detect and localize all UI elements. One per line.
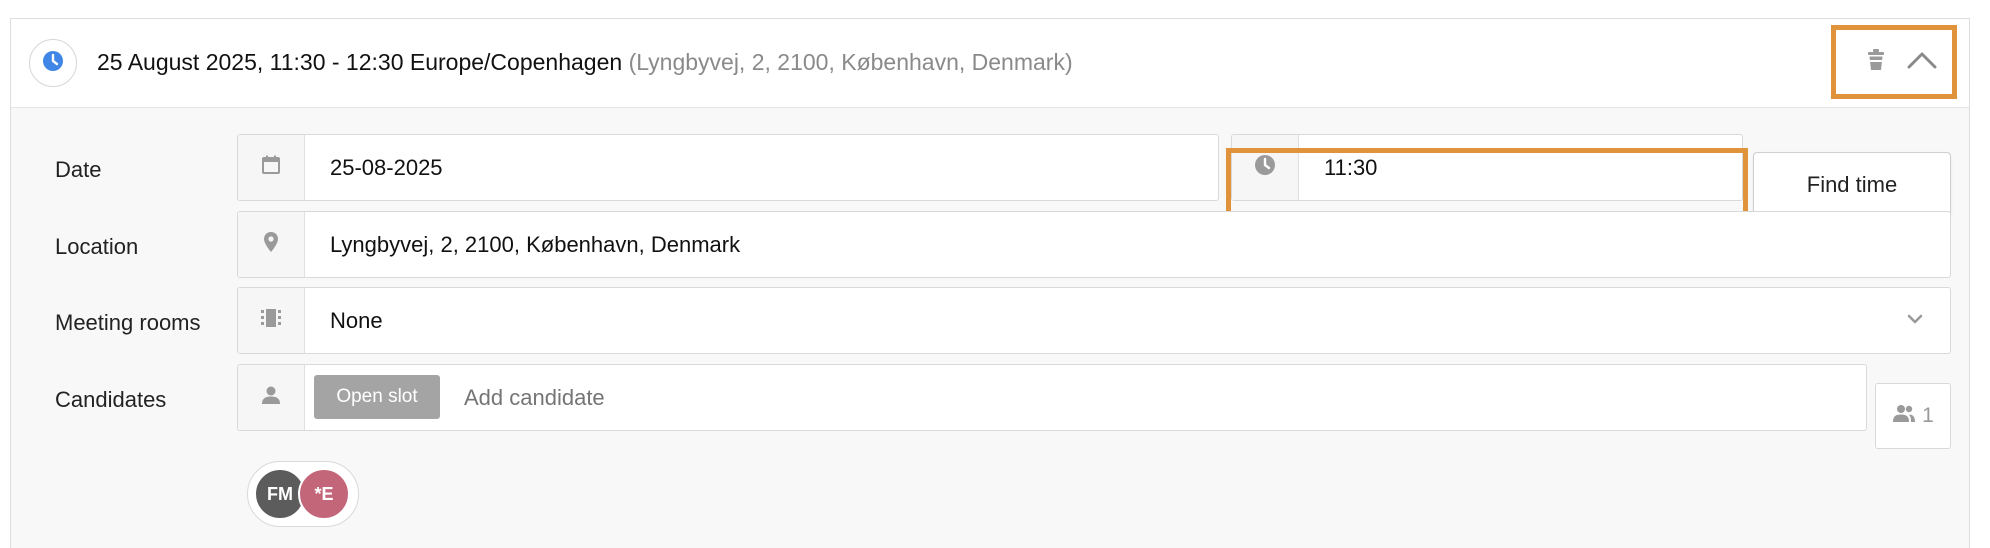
event-header[interactable]: 25 August 2025, 11:30 - 12:30 Europe/Cop… (11, 19, 1969, 108)
meeting-rooms-addon (238, 288, 305, 353)
time-addon (1232, 135, 1299, 200)
event-card: 25 August 2025, 11:30 - 12:30 Europe/Cop… (10, 18, 1970, 548)
trash-icon (1866, 48, 1886, 76)
candidates-field[interactable]: Open slot (237, 364, 1867, 431)
clock-icon (1254, 154, 1276, 181)
candidate-count[interactable]: 1 (1875, 383, 1951, 449)
meeting-rooms-select[interactable]: None (237, 287, 1951, 354)
location-label: Location (55, 234, 139, 259)
location-pin-icon (263, 231, 279, 258)
date-field[interactable] (237, 134, 1219, 201)
time-input[interactable] (1324, 135, 1724, 200)
event-datetime: 25 August 2025, 11:30 - 12:30 Europe/Cop… (97, 49, 623, 75)
calendar-icon (261, 155, 281, 180)
event-summary: 25 August 2025, 11:30 - 12:30 Europe/Cop… (97, 49, 1073, 76)
candidate-count-value: 1 (1922, 404, 1934, 427)
chevron-down-icon[interactable] (1906, 312, 1924, 330)
status-indicator (29, 39, 77, 87)
header-actions-highlight (1831, 25, 1957, 99)
candidates-addon (238, 365, 305, 430)
location-input[interactable] (330, 212, 1932, 277)
date-input[interactable] (330, 135, 1200, 200)
meeting-rooms-value: None (330, 307, 383, 333)
date-addon (238, 135, 305, 200)
delete-button[interactable] (1860, 46, 1892, 78)
door-icon (260, 307, 282, 334)
avatar[interactable]: *E (298, 468, 350, 520)
add-candidate-input[interactable] (464, 365, 1844, 430)
meeting-rooms-label: Meeting rooms (55, 310, 201, 335)
people-icon (1892, 403, 1916, 429)
find-time-button[interactable]: Find time (1753, 152, 1951, 218)
chevron-up-icon (1907, 50, 1937, 75)
candidate-avatars: FM *E (247, 461, 359, 527)
event-location-summary: (Lyngbyvej, 2, 2100, København, Denmark) (628, 49, 1073, 75)
clock-icon (42, 50, 64, 77)
date-label: Date (55, 157, 102, 182)
open-slot-button[interactable]: Open slot (314, 375, 440, 419)
person-icon (261, 385, 281, 410)
candidates-label: Candidates (55, 387, 167, 412)
location-addon (238, 212, 305, 277)
location-field[interactable] (237, 211, 1951, 278)
time-field[interactable] (1231, 134, 1743, 201)
collapse-button[interactable] (1902, 44, 1942, 80)
